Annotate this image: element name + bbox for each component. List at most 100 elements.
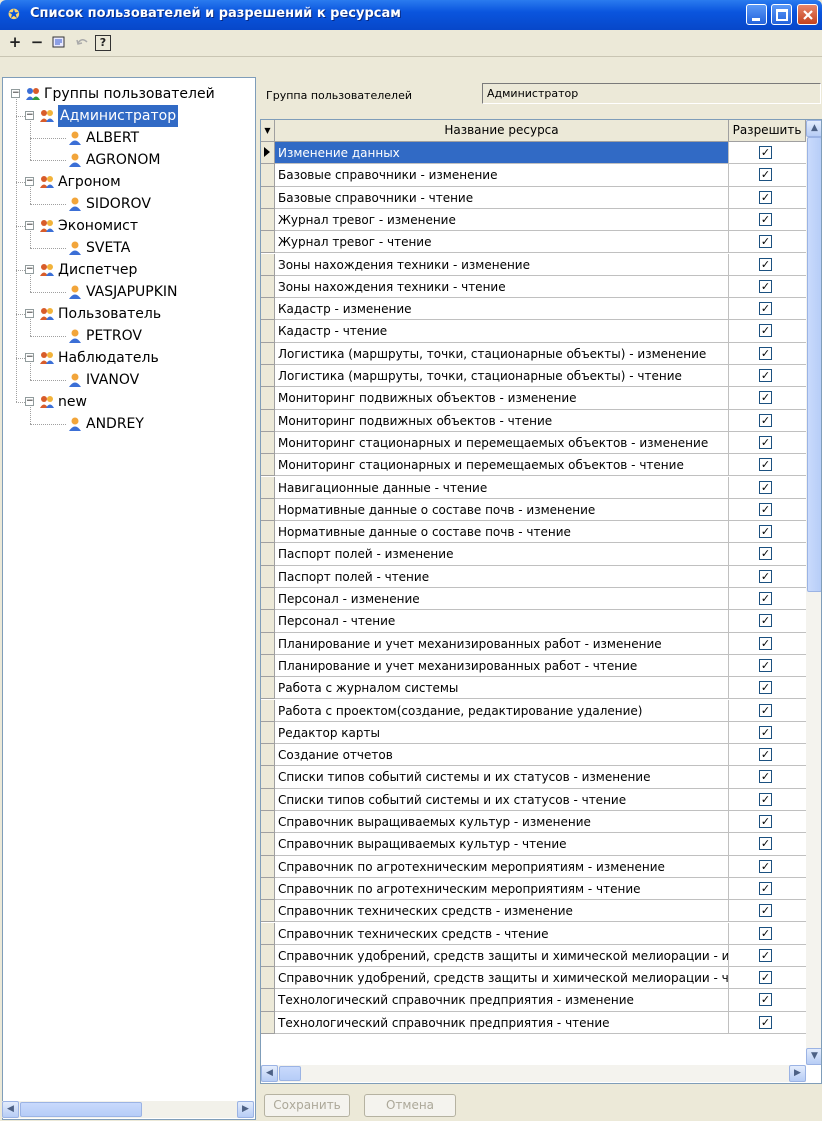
allow-cell[interactable]: ✓	[729, 209, 806, 232]
allow-checkbox[interactable]: ✓	[759, 614, 772, 628]
resources-grid[interactable]: ▼ Название ресурса Разрешить Изменение д…	[260, 119, 822, 1084]
collapse-icon[interactable]: −	[25, 111, 34, 120]
allow-cell[interactable]: ✓	[729, 811, 806, 834]
allow-checkbox[interactable]: ✓	[759, 302, 772, 316]
allow-checkbox[interactable]: ✓	[759, 257, 772, 271]
scroll-left-icon[interactable]: ◀	[261, 1065, 278, 1082]
help-icon[interactable]: ?	[95, 35, 111, 51]
table-row[interactable]: Списки типов событий системы и их статус…	[261, 788, 806, 811]
table-row[interactable]: Логистика (маршруты, точки, стационарные…	[261, 365, 806, 388]
allow-cell[interactable]: ✓	[729, 856, 806, 878]
allow-cell[interactable]: ✓	[729, 677, 806, 700]
allow-cell[interactable]: ✓	[729, 1012, 806, 1034]
row-indicator[interactable]	[261, 877, 275, 901]
allow-checkbox[interactable]: ✓	[759, 435, 772, 449]
allow-cell[interactable]: ✓	[729, 900, 806, 923]
row-indicator[interactable]	[261, 186, 275, 209]
row-indicator[interactable]	[261, 855, 275, 878]
allow-checkbox[interactable]: ✓	[759, 502, 772, 516]
resource-name-cell[interactable]: Персонал - изменение	[275, 588, 729, 611]
cancel-button[interactable]: Отмена	[364, 1094, 456, 1117]
resource-name-cell[interactable]: Персонал - чтение	[275, 610, 729, 633]
table-row[interactable]: Нормативные данные о составе почв - чтен…	[261, 521, 806, 544]
allow-cell[interactable]: ✓	[729, 923, 806, 945]
resource-name-cell[interactable]: Базовые справочники - изменение	[275, 164, 729, 187]
allow-cell[interactable]: ✓	[729, 878, 806, 901]
header-menu-icon[interactable]: ▼	[261, 120, 275, 141]
close-button[interactable]	[797, 4, 818, 25]
collapse-icon[interactable]: −	[25, 177, 34, 186]
allow-checkbox[interactable]: ✓	[759, 770, 772, 784]
allow-checkbox[interactable]: ✓	[759, 703, 772, 717]
allow-cell[interactable]: ✓	[729, 187, 806, 209]
resource-name-cell[interactable]: Навигационные данные - чтение	[275, 476, 729, 499]
allow-checkbox[interactable]: ✓	[759, 681, 772, 695]
allow-cell[interactable]: ✓	[729, 499, 806, 522]
row-indicator[interactable]	[261, 320, 275, 343]
allow-checkbox[interactable]: ✓	[759, 413, 772, 427]
table-row[interactable]: Навигационные данные - чтение ✓	[261, 476, 806, 499]
allow-cell[interactable]: ✓	[729, 142, 806, 165]
scroll-left-icon[interactable]: ◀	[2, 1101, 19, 1118]
row-indicator[interactable]	[261, 521, 275, 544]
table-row[interactable]: Кадастр - изменение ✓	[261, 298, 806, 321]
table-row[interactable]: Персонал - изменение ✓	[261, 588, 806, 611]
allow-checkbox[interactable]: ✓	[759, 971, 772, 985]
table-row[interactable]: Базовые справочники - чтение ✓	[261, 186, 806, 209]
row-indicator[interactable]	[261, 431, 275, 455]
row-indicator[interactable]	[261, 944, 275, 968]
allow-cell[interactable]: ✓	[729, 789, 806, 811]
row-indicator[interactable]	[261, 833, 275, 856]
resource-name-cell[interactable]: Создание отчетов	[275, 744, 729, 767]
resource-name-cell[interactable]: Базовые справочники - чтение	[275, 186, 729, 209]
table-row[interactable]: Планирование и учет механизированных раб…	[261, 632, 806, 655]
scroll-thumb[interactable]	[279, 1066, 301, 1081]
row-indicator[interactable]	[261, 275, 275, 299]
resource-name-cell[interactable]: Справочник удобрений, средств защиты и х…	[275, 944, 729, 968]
remove-icon[interactable]: −	[28, 33, 46, 51]
row-indicator[interactable]	[261, 164, 275, 187]
resource-name-cell[interactable]: Справочник по агротехническим мероприяти…	[275, 855, 729, 878]
table-row[interactable]: Паспорт полей - изменение ✓	[261, 543, 806, 566]
table-row[interactable]: Работа с проектом(создание, редактирован…	[261, 699, 806, 722]
allow-cell[interactable]: ✓	[729, 164, 806, 187]
allow-checkbox[interactable]: ✓	[759, 547, 772, 561]
collapse-icon[interactable]: −	[25, 265, 34, 274]
row-indicator[interactable]	[261, 967, 275, 990]
allow-cell[interactable]: ✓	[729, 766, 806, 789]
resource-name-cell[interactable]: Планирование и учет механизированных раб…	[275, 654, 729, 678]
table-row[interactable]: Кадастр - чтение ✓	[261, 320, 806, 343]
row-indicator[interactable]	[261, 588, 275, 611]
table-row[interactable]: Нормативные данные о составе почв - изме…	[261, 498, 806, 522]
allow-cell[interactable]: ✓	[729, 633, 806, 655]
allow-checkbox[interactable]: ✓	[759, 725, 772, 739]
allow-cell[interactable]: ✓	[729, 655, 806, 678]
resource-name-cell[interactable]: Работа с журналом системы	[275, 677, 729, 700]
users-tree-panel[interactable]: − Группы пользователей − Администратор ALBER…	[2, 77, 256, 1120]
resource-name-cell[interactable]: Нормативные данные о составе почв - чтен…	[275, 521, 729, 544]
row-indicator[interactable]	[261, 387, 275, 410]
collapse-icon[interactable]: −	[25, 353, 34, 362]
table-row[interactable]: Справочник выращиваемых культур - чтение…	[261, 833, 806, 856]
allow-cell[interactable]: ✓	[729, 387, 806, 410]
allow-cell[interactable]: ✓	[729, 454, 806, 477]
edit-icon[interactable]	[50, 33, 68, 51]
collapse-icon[interactable]: −	[25, 221, 34, 230]
allow-checkbox[interactable]: ✓	[759, 792, 772, 806]
table-row[interactable]: Паспорт полей - чтение ✓	[261, 565, 806, 588]
allow-checkbox[interactable]: ✓	[759, 1015, 772, 1029]
table-row[interactable]: Журнал тревог - чтение ✓	[261, 231, 806, 254]
row-indicator[interactable]	[261, 699, 275, 722]
allow-cell[interactable]: ✓	[729, 833, 806, 856]
allow-cell[interactable]: ✓	[729, 543, 806, 566]
allow-checkbox[interactable]: ✓	[759, 859, 772, 873]
row-indicator[interactable]	[261, 744, 275, 767]
allow-cell[interactable]: ✓	[729, 365, 806, 388]
allow-checkbox[interactable]: ✓	[759, 235, 772, 249]
allow-checkbox[interactable]: ✓	[759, 212, 772, 226]
row-indicator[interactable]	[261, 811, 275, 834]
table-row[interactable]: Зоны нахождения техники - чтение ✓	[261, 275, 806, 299]
resource-name-cell[interactable]: Паспорт полей - чтение	[275, 565, 729, 588]
allow-cell[interactable]: ✓	[729, 566, 806, 588]
resource-name-cell[interactable]: Зоны нахождения техники - чтение	[275, 275, 729, 299]
